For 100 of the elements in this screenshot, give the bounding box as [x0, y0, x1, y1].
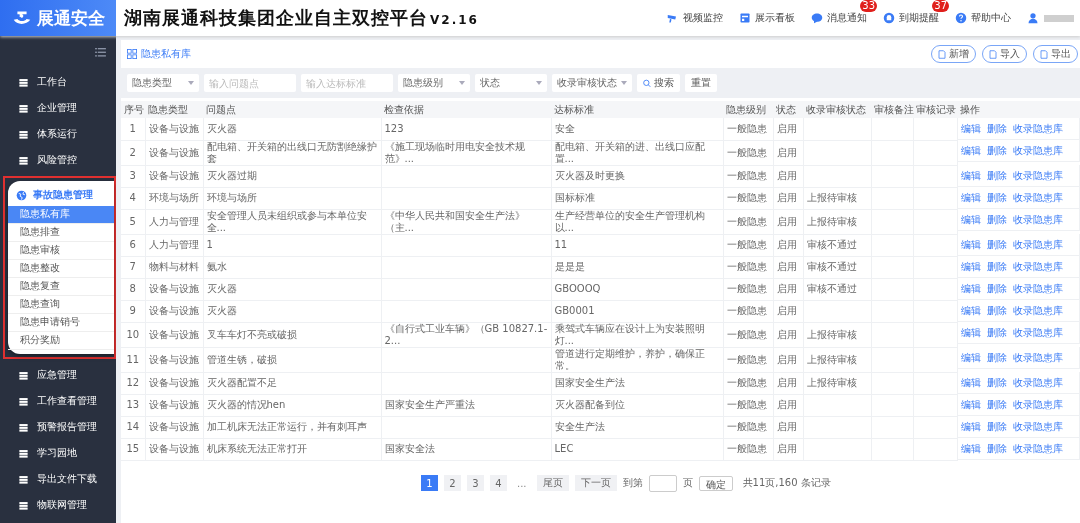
action-link[interactable]: 收录隐患库	[1012, 326, 1063, 339]
table-cell: 灭火器	[206, 122, 237, 134]
sidebar-item[interactable]: 体系运行	[0, 121, 116, 147]
page-button[interactable]: 3	[467, 475, 484, 491]
outline-button[interactable]: 导入	[982, 45, 1027, 63]
menu-icon[interactable]	[95, 48, 106, 57]
action-link[interactable]: 收录隐患库	[1012, 213, 1063, 226]
submenu-item[interactable]: 隐患申请销号	[8, 314, 114, 332]
sidebar-item[interactable]: 企业管理	[0, 95, 116, 121]
action-link[interactable]: 收录隐患库	[1012, 351, 1063, 364]
action-link[interactable]: 收录隐患库	[1012, 122, 1063, 135]
action-link[interactable]: 编辑	[960, 420, 981, 433]
action-link[interactable]: 删除	[986, 282, 1007, 295]
input-field[interactable]: 输入问题点	[204, 74, 296, 92]
table-cell: 8	[121, 278, 145, 300]
bell-icon	[883, 12, 895, 24]
page-unit-label: 页	[682, 476, 693, 490]
table-cell: 《自行式工业车辆》（GB 10827.1-2...	[384, 322, 548, 346]
action-link[interactable]: 收录隐患库	[1012, 304, 1063, 317]
submenu-item[interactable]: 隐患审核	[8, 242, 114, 260]
action-link[interactable]: 收录隐患库	[1012, 238, 1063, 251]
sidebar-item[interactable]: 工作查看管理	[0, 388, 116, 414]
action-link[interactable]: 删除	[986, 144, 1007, 157]
table-cell: LEC	[554, 443, 574, 454]
submenu-item[interactable]: 隐患查询	[8, 296, 114, 314]
sidebar-item[interactable]: 应急管理	[0, 362, 116, 388]
action-link[interactable]: 收录隐患库	[1012, 282, 1063, 295]
action-link[interactable]: 删除	[986, 442, 1007, 455]
action-link[interactable]: 编辑	[960, 326, 981, 339]
sidebar-item[interactable]: 预警报告管理	[0, 414, 116, 440]
app-title: 湖南展通科技集团企业自主双控平台	[124, 6, 428, 30]
header-nav-link[interactable]: 视频监控	[667, 11, 723, 25]
page-button[interactable]: 4	[490, 475, 507, 491]
action-link[interactable]: 收录隐患库	[1012, 191, 1063, 204]
action-link[interactable]: 删除	[986, 260, 1007, 273]
action-link[interactable]: 收录隐患库	[1012, 144, 1063, 157]
action-link[interactable]: 删除	[986, 191, 1007, 204]
sidebar-item[interactable]: 物联网管理	[0, 492, 116, 518]
dropdown-field[interactable]: 隐患级别	[398, 74, 470, 92]
action-link[interactable]: 编辑	[960, 260, 981, 273]
submenu-item[interactable]: 隐患排查	[8, 224, 114, 242]
action-link[interactable]: 收录隐患库	[1012, 169, 1063, 182]
sidebar-item[interactable]: 学习园地	[0, 440, 116, 466]
outline-button[interactable]: 导出	[1033, 45, 1078, 63]
header-nav-link[interactable]: 消息通知	[811, 11, 867, 25]
action-link[interactable]: 删除	[986, 122, 1007, 135]
action-link[interactable]: 编辑	[960, 282, 981, 295]
submenu-item[interactable]: 积分奖励	[8, 332, 114, 350]
sidebar-item[interactable]: 事故隐患管理	[8, 184, 114, 206]
header-nav-link[interactable]: 到期提醒	[883, 11, 939, 25]
action-link[interactable]: 收录隐患库	[1012, 376, 1063, 389]
sidebar-item[interactable]: 风险管控	[0, 147, 116, 173]
action-link[interactable]: 编辑	[960, 144, 981, 157]
table-cell: 5	[121, 209, 145, 234]
action-link[interactable]: 删除	[986, 351, 1007, 364]
last-page-button[interactable]: 尾页	[536, 475, 569, 491]
action-link[interactable]: 编辑	[960, 351, 981, 364]
confirm-button[interactable]: 确定	[698, 475, 733, 491]
page-button[interactable]: 2	[444, 475, 461, 491]
outline-button[interactable]: 新增	[931, 45, 976, 63]
action-link[interactable]: 编辑	[960, 238, 981, 251]
dropdown-field[interactable]: 状态	[475, 74, 547, 92]
action-link[interactable]: 编辑	[960, 376, 981, 389]
action-link[interactable]: 删除	[986, 238, 1007, 251]
action-link[interactable]: 收录隐患库	[1012, 260, 1063, 273]
submenu-item[interactable]: 隐患整改	[8, 260, 114, 278]
page-input[interactable]	[648, 474, 677, 492]
action-link[interactable]: 删除	[986, 420, 1007, 433]
page-button[interactable]: 1	[421, 475, 438, 491]
submenu-item[interactable]: 隐患私有库	[8, 206, 114, 224]
action-link[interactable]: 编辑	[960, 191, 981, 204]
action-link[interactable]: 编辑	[960, 213, 981, 226]
action-link[interactable]: 删除	[986, 326, 1007, 339]
action-link[interactable]: 收录隐患库	[1012, 398, 1063, 411]
dropdown-field[interactable]: 收录审核状态	[552, 74, 632, 92]
action-link[interactable]: 编辑	[960, 169, 981, 182]
sidebar-item[interactable]: 导出文件下载	[0, 466, 116, 492]
reset-button[interactable]: 重置	[685, 74, 717, 92]
action-link[interactable]: 收录隐患库	[1012, 442, 1063, 455]
action-link[interactable]: 删除	[986, 398, 1007, 411]
action-link[interactable]: 收录隐患库	[1012, 420, 1063, 433]
action-link[interactable]: 删除	[986, 304, 1007, 317]
sidebar-item[interactable]: 工作台	[0, 69, 116, 95]
header-nav-link[interactable]: 展示看板	[739, 11, 795, 25]
action-link[interactable]: 编辑	[960, 442, 981, 455]
action-link[interactable]: 编辑	[960, 304, 981, 317]
count-badge: 37	[932, 0, 949, 12]
action-link[interactable]: 删除	[986, 169, 1007, 182]
search-button[interactable]: 搜索	[637, 74, 680, 92]
action-link[interactable]: 编辑	[960, 122, 981, 135]
submenu-item[interactable]: 隐患复查	[8, 278, 114, 296]
action-link[interactable]: 删除	[986, 213, 1007, 226]
action-link[interactable]: 编辑	[960, 398, 981, 411]
dropdown-field[interactable]: 隐患类型	[127, 74, 199, 92]
header-nav-link[interactable]: 帮助中心	[955, 11, 1011, 25]
table-cell: 一般隐患	[726, 353, 767, 365]
input-field[interactable]: 输入达标标准	[301, 74, 393, 92]
ellipsis: ...	[516, 477, 528, 489]
action-link[interactable]: 删除	[986, 376, 1007, 389]
next-page-button[interactable]: 下一页	[574, 475, 617, 491]
